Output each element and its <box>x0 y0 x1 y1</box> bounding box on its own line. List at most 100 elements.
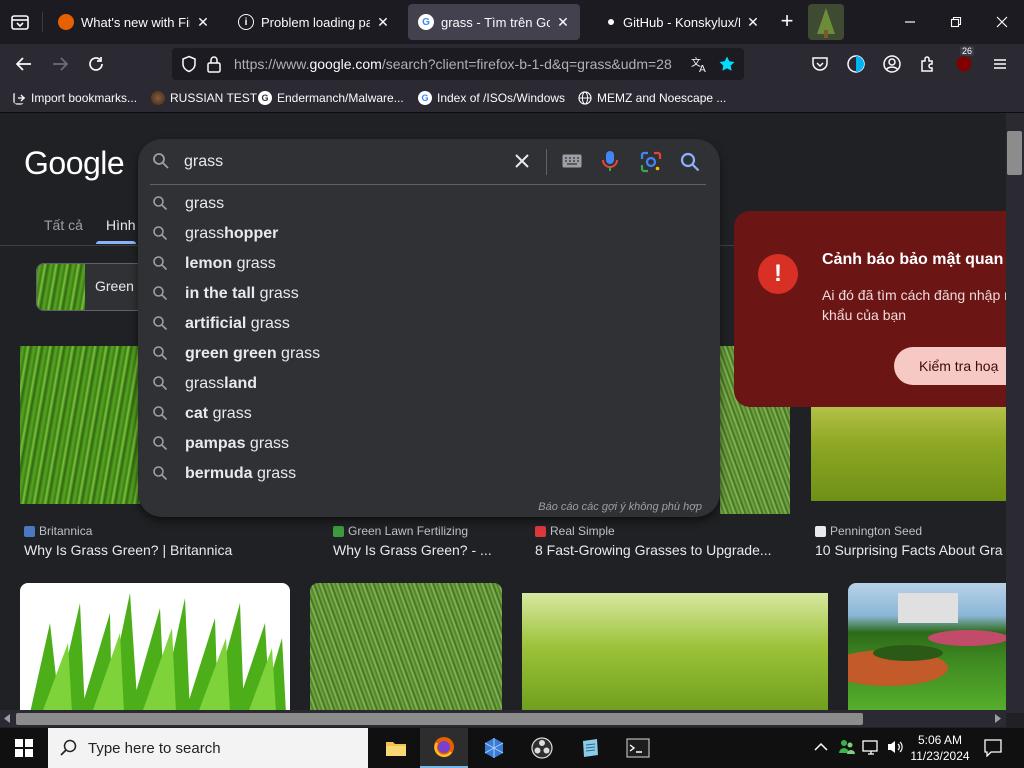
network-icon[interactable] <box>862 739 880 755</box>
result-image-pennington[interactable] <box>811 403 1006 501</box>
close-window-button[interactable] <box>988 8 1016 36</box>
app-menu-button[interactable] <box>988 52 1012 76</box>
new-tab-button[interactable]: + <box>775 10 799 34</box>
result-caption[interactable]: 10 Surprising Facts About Gra <box>815 542 1006 558</box>
chevron-up-icon[interactable] <box>814 742 828 752</box>
search-suggestion[interactable]: in the tall grass <box>138 279 720 309</box>
result-image-closeup[interactable] <box>310 583 502 713</box>
bookmark-import[interactable]: Import bookmarks... <box>12 89 137 107</box>
taskbar-obs[interactable] <box>518 728 566 768</box>
extension-circle-icon <box>847 55 865 73</box>
people-icon[interactable] <box>838 738 856 756</box>
result-source[interactable]: Britannica <box>24 524 92 538</box>
volume-icon[interactable] <box>886 739 904 755</box>
tracking-shield-icon[interactable] <box>180 55 198 73</box>
system-clock[interactable]: 5:06 AM 11/23/2024 <box>908 732 972 764</box>
result-image-field[interactable] <box>522 593 828 713</box>
close-icon <box>996 16 1008 28</box>
bookmark-memz[interactable]: MEMZ and Noescape ... <box>578 89 726 107</box>
forward-button[interactable] <box>48 52 72 76</box>
extensions-button[interactable] <box>916 52 940 76</box>
close-tab-icon[interactable]: ✕ <box>196 14 210 31</box>
result-source[interactable]: Real Simple <box>535 524 615 538</box>
pennington-icon <box>815 525 826 537</box>
close-tab-icon[interactable]: ✕ <box>556 14 570 31</box>
tab-all[interactable]: Tất cả <box>44 217 83 233</box>
taskbar-app-blue[interactable] <box>470 728 518 768</box>
bookmark-russian-test[interactable]: RUSSIAN TEST <box>151 89 257 107</box>
tab-whats-new[interactable]: What's new with Firefox ✕ <box>48 4 220 40</box>
result-image-britannica[interactable] <box>20 346 140 504</box>
taskbar-firefox[interactable] <box>420 728 468 768</box>
scroll-left-icon[interactable] <box>3 714 11 723</box>
result-caption[interactable]: Why Is Grass Green? | Britannica <box>24 542 314 558</box>
vertical-scroll-thumb[interactable] <box>1007 131 1022 175</box>
check-activity-button[interactable]: Kiểm tra hoạ <box>894 347 1024 385</box>
clear-search-icon[interactable] <box>514 153 530 169</box>
taskbar-terminal[interactable] <box>614 728 662 768</box>
close-tab-icon[interactable]: ✕ <box>376 14 390 31</box>
ublock-button[interactable]: 26 <box>952 46 976 76</box>
scroll-right-icon[interactable] <box>994 714 1002 723</box>
search-suggestion[interactable]: green green grass <box>138 339 720 369</box>
tab-problem-loading[interactable]: i Problem loading page ✕ <box>228 4 400 40</box>
suggestion-plain-part: grass <box>245 435 290 452</box>
taskbar-search-box[interactable]: Type here to search <box>48 728 368 768</box>
source-label: Britannica <box>39 524 93 538</box>
keyboard-icon[interactable] <box>562 154 582 168</box>
firefox-view-tile[interactable] <box>808 4 844 40</box>
taskbar-file-explorer[interactable] <box>372 728 420 768</box>
account-button[interactable] <box>880 52 904 76</box>
google-logo[interactable]: Google <box>24 145 125 182</box>
taskbar-notepad[interactable] <box>566 728 614 768</box>
source-label: Pennington Seed <box>830 524 923 538</box>
extension-button[interactable] <box>844 52 868 76</box>
voice-search-icon[interactable] <box>602 150 618 172</box>
bookmark-star-icon[interactable] <box>718 55 736 73</box>
alert-body: Ai đó đã tìm cách đăng nhập mật khẩu của… <box>822 287 1024 323</box>
result-source[interactable]: Pennington Seed <box>815 524 922 538</box>
bookmark-endermanch[interactable]: G Endermanch/Malware... <box>258 89 404 107</box>
start-button[interactable] <box>0 728 48 768</box>
firefox-icon <box>434 737 454 757</box>
google-search-icon[interactable] <box>680 152 700 172</box>
search-suggestion[interactable]: grass <box>138 189 720 219</box>
search-suggestion[interactable]: lemon grass <box>138 249 720 279</box>
pocket-button[interactable] <box>808 52 832 76</box>
reload-button[interactable] <box>84 52 108 76</box>
result-source[interactable]: Green Lawn Fertilizing <box>333 524 468 538</box>
result-image-garden[interactable] <box>848 583 1006 713</box>
result-caption[interactable]: 8 Fast-Growing Grasses to Upgrade... <box>535 542 790 558</box>
translate-icon[interactable]: 文A <box>690 55 708 73</box>
notification-icon[interactable] <box>984 739 1002 757</box>
tab-grass-search[interactable]: G grass - Tìm trên Google ✕ <box>408 4 580 40</box>
report-suggestions-link[interactable]: Báo cáo các gợi ý không phù hợp <box>538 501 702 513</box>
search-suggestion[interactable]: grassland <box>138 369 720 399</box>
horizontal-scroll-thumb[interactable] <box>16 713 863 725</box>
search-suggestion[interactable]: cat grass <box>138 399 720 429</box>
lens-search-icon[interactable] <box>640 151 662 173</box>
filter-chip-green[interactable]: Green <box>36 263 146 311</box>
bookmark-isos[interactable]: G Index of /ISOs/Windows <box>418 89 565 107</box>
vertical-scrollbar[interactable] <box>1006 113 1024 713</box>
back-button[interactable] <box>12 52 36 76</box>
alert-exclamation-icon: ! <box>758 254 798 294</box>
minimize-button[interactable] <box>896 8 924 36</box>
search-input[interactable]: grass <box>184 153 223 171</box>
tab-github[interactable]: GitHub - Konskylux/M... ✕ <box>598 4 770 40</box>
search-suggestion[interactable]: bermuda grass <box>138 459 720 489</box>
search-suggestion[interactable]: artificial grass <box>138 309 720 339</box>
restore-button[interactable] <box>942 8 970 36</box>
close-tab-icon[interactable]: ✕ <box>746 14 760 31</box>
result-caption[interactable]: Why Is Grass Green? - ... <box>333 542 508 558</box>
address-bar[interactable]: https://www.google.com/search?client=fir… <box>172 48 744 80</box>
list-all-tabs-button[interactable] <box>8 10 32 34</box>
search-suggestion[interactable]: grasshopper <box>138 219 720 249</box>
search-suggestion[interactable]: pampas grass <box>138 429 720 459</box>
suggestion-bold-part: artificial <box>185 315 247 332</box>
lock-icon[interactable] <box>206 55 222 73</box>
url-text[interactable]: https://www.google.com/search?client=fir… <box>234 56 682 72</box>
bookmark-label: Index of /ISOs/Windows <box>437 91 566 105</box>
tab-images[interactable]: Hình <box>106 217 136 233</box>
result-image-clipart[interactable] <box>20 583 290 713</box>
